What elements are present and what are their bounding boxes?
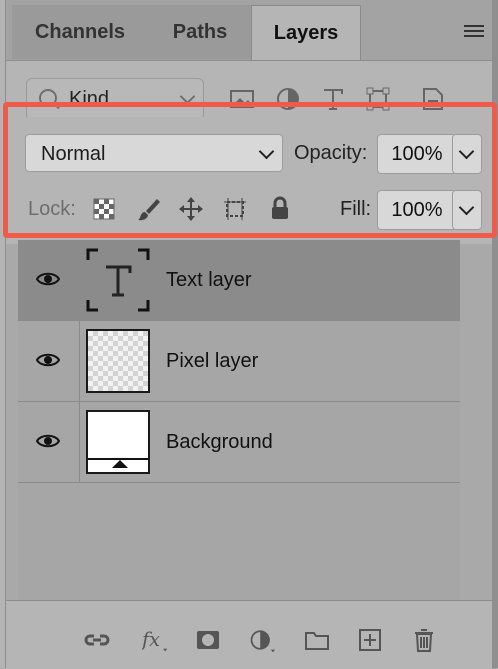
text-layer-thumbnail: [86, 248, 150, 312]
highlight-box: [3, 102, 497, 238]
layer-name: Text layer: [166, 269, 252, 291]
adjustment-layer-icon[interactable]: [248, 626, 276, 654]
background-lock-indicator: [88, 458, 148, 472]
eye-icon[interactable]: [36, 431, 60, 451]
layer-name: Pixel layer: [166, 350, 259, 372]
eye-icon[interactable]: [36, 350, 60, 370]
layers-list: Text layer Pixel layer Background: [18, 240, 460, 652]
svg-text:fx: fx: [142, 628, 160, 651]
layer-row-pixel-layer[interactable]: Pixel layer: [18, 321, 460, 402]
layer-row-background[interactable]: Background: [18, 402, 460, 483]
right-scrollbar[interactable]: [492, 0, 498, 668]
panel-menu-icon[interactable]: [464, 25, 484, 39]
layers-bottom-toolbar: fx: [6, 600, 492, 669]
mask-icon[interactable]: [194, 626, 222, 654]
visibility-column[interactable]: [18, 402, 80, 482]
new-layer-icon[interactable]: [356, 626, 384, 654]
trash-icon[interactable]: [410, 626, 438, 654]
visibility-column[interactable]: [18, 321, 80, 401]
pixel-layer-thumbnail: [86, 329, 150, 393]
background-thumbnail: [86, 410, 150, 474]
panel-tabs: Channels Paths Layers: [6, 0, 492, 61]
eye-icon[interactable]: [36, 269, 60, 289]
group-folder-icon[interactable]: [303, 626, 331, 654]
layer-name: Background: [166, 431, 273, 453]
fx-icon[interactable]: fx: [142, 626, 170, 654]
layer-row-text-layer[interactable]: Text layer: [18, 240, 460, 321]
tab-channels[interactable]: Channels: [12, 5, 149, 59]
link-layers-icon[interactable]: [83, 626, 111, 654]
tab-layers[interactable]: Layers: [251, 5, 361, 60]
tab-paths[interactable]: Paths: [148, 5, 253, 59]
visibility-column[interactable]: [18, 240, 80, 320]
